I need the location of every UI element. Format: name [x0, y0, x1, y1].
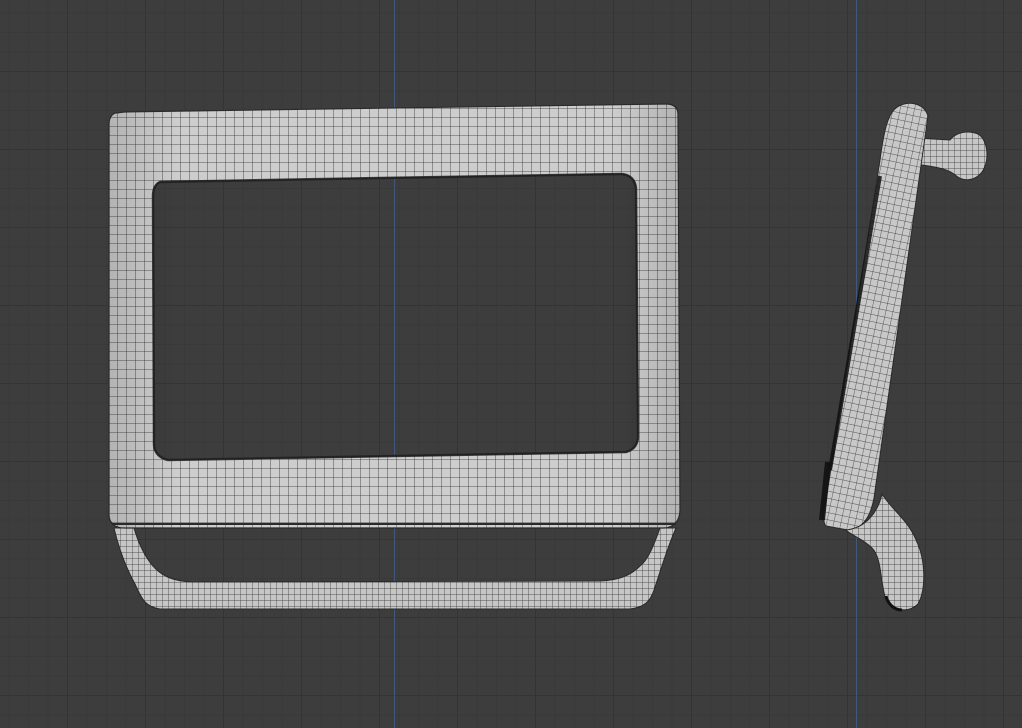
- handle-bar[interactable]: [113, 527, 677, 610]
- side-bar[interactable]: [823, 102, 929, 531]
- frame-ring[interactable]: [108, 103, 681, 529]
- mesh-canvas[interactable]: [0, 0, 1022, 728]
- frame-front-view[interactable]: [108, 103, 681, 610]
- 3d-viewport[interactable]: [0, 0, 1022, 728]
- frame-side-view[interactable]: [819, 102, 988, 612]
